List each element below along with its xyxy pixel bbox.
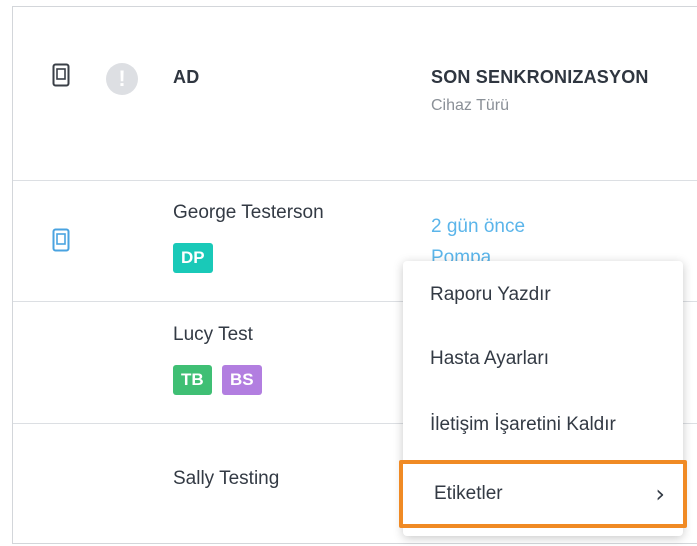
alert-column-icon[interactable]: !	[106, 63, 138, 95]
menu-item-print-report[interactable]: Raporu Yazdır	[403, 275, 683, 315]
menu-item-tags[interactable]: Etiketler ›	[399, 460, 687, 528]
patient-name[interactable]: Lucy Test	[173, 324, 253, 346]
device-column-icon[interactable]	[52, 63, 70, 87]
tag-badge: DP	[173, 243, 213, 273]
column-header-name[interactable]: AD	[173, 67, 199, 88]
menu-item-remove-contact-flag[interactable]: İletişim İşaretini Kaldır	[403, 405, 683, 445]
patient-name[interactable]: Sally Testing	[173, 468, 279, 490]
row-divider	[13, 180, 697, 181]
column-subheader-device-type: Cihaz Türü	[431, 97, 509, 114]
tag-badge: TB	[173, 365, 212, 395]
patient-name[interactable]: George Testerson	[173, 202, 324, 224]
device-icon	[52, 228, 70, 252]
menu-item-patient-settings[interactable]: Hasta Ayarları	[403, 339, 683, 379]
column-header-last-sync[interactable]: SON SENKRONIZASYON	[431, 67, 649, 88]
chevron-right-icon: ›	[655, 480, 665, 508]
tag-badge: BS	[222, 365, 262, 395]
last-sync-link[interactable]: 2 gün önce	[431, 216, 525, 238]
menu-item-tags-label: Etiketler	[434, 483, 503, 504]
context-menu: Raporu Yazdır Hasta Ayarları İletişim İş…	[399, 261, 687, 536]
